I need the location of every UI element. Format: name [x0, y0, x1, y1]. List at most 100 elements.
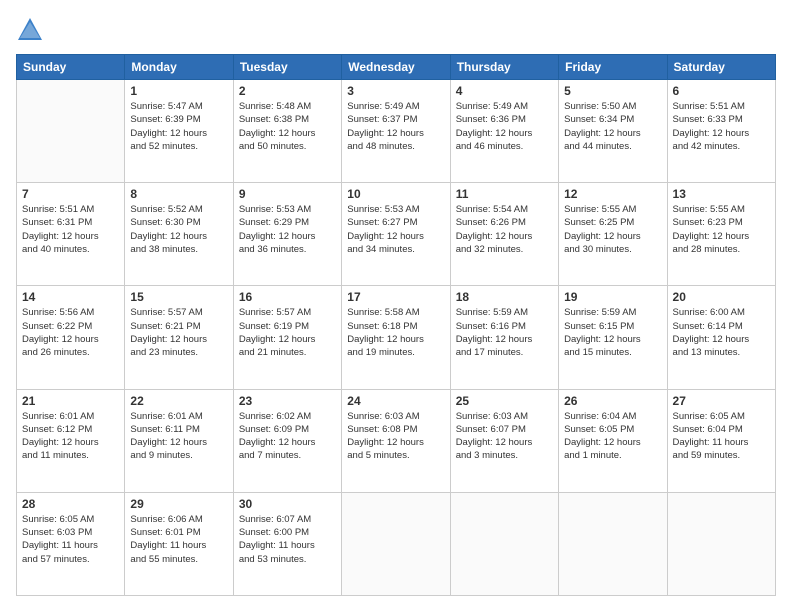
day-cell: 23Sunrise: 6:02 AMSunset: 6:09 PMDayligh…: [233, 389, 341, 492]
day-number: 6: [673, 84, 770, 98]
info-line: Daylight: 12 hours: [22, 436, 119, 449]
day-cell: 16Sunrise: 5:57 AMSunset: 6:19 PMDayligh…: [233, 286, 341, 389]
info-line: and 19 minutes.: [347, 346, 444, 359]
info-line: Sunrise: 6:01 AM: [22, 410, 119, 423]
col-header-monday: Monday: [125, 55, 233, 80]
day-cell: 22Sunrise: 6:01 AMSunset: 6:11 PMDayligh…: [125, 389, 233, 492]
cell-info: Sunrise: 5:48 AMSunset: 6:38 PMDaylight:…: [239, 100, 336, 153]
day-number: 8: [130, 187, 227, 201]
info-line: and 42 minutes.: [673, 140, 770, 153]
info-line: Sunrise: 5:55 AM: [564, 203, 661, 216]
info-line: Sunset: 6:16 PM: [456, 320, 553, 333]
info-line: Sunset: 6:03 PM: [22, 526, 119, 539]
day-number: 5: [564, 84, 661, 98]
col-header-saturday: Saturday: [667, 55, 775, 80]
day-cell: 26 Sunrise: 6:04 AMSunset: 6:05 PMDayligh…: [559, 389, 667, 492]
info-line: Sunset: 6:23 PM: [673, 216, 770, 229]
day-cell: [342, 492, 450, 595]
cell-info: Sunrise: 6:06 AMSunset: 6:01 PMDaylight:…: [130, 513, 227, 566]
info-line: Sunset: 6:31 PM: [22, 216, 119, 229]
info-line: Daylight: 12 hours: [239, 127, 336, 140]
cell-info: Sunrise: 5:57 AMSunset: 6:19 PMDaylight:…: [239, 306, 336, 359]
week-row-1: 1 Sunrise: 5:47 AMSunset: 6:39 PMDaylight…: [17, 80, 776, 183]
day-cell: [450, 492, 558, 595]
info-line: and 30 minutes.: [564, 243, 661, 256]
info-line: Daylight: 12 hours: [239, 333, 336, 346]
day-number: 28: [22, 497, 119, 511]
day-number: 7: [22, 187, 119, 201]
info-line: Daylight: 12 hours: [564, 333, 661, 346]
info-line: Daylight: 12 hours: [564, 127, 661, 140]
info-line: Sunset: 6:36 PM: [456, 113, 553, 126]
cell-info: Sunrise: 6:04 AMSunset: 6:05 PMDaylight:…: [564, 410, 661, 463]
info-line: Sunrise: 5:47 AM: [130, 100, 227, 113]
day-number: 20: [673, 290, 770, 304]
info-line: Sunset: 6:09 PM: [239, 423, 336, 436]
day-number: 4: [456, 84, 553, 98]
day-cell: [559, 492, 667, 595]
info-line: Sunrise: 5:55 AM: [673, 203, 770, 216]
day-number: 26: [564, 394, 661, 408]
info-line: Sunset: 6:26 PM: [456, 216, 553, 229]
cell-info: Sunrise: 6:03 AMSunset: 6:07 PMDaylight:…: [456, 410, 553, 463]
cell-info: Sunrise: 5:55 AMSunset: 6:23 PMDaylight:…: [673, 203, 770, 256]
day-cell: 21Sunrise: 6:01 AMSunset: 6:12 PMDayligh…: [17, 389, 125, 492]
cell-info: Sunrise: 5:53 AMSunset: 6:27 PMDaylight:…: [347, 203, 444, 256]
day-cell: 18Sunrise: 5:59 AMSunset: 6:16 PMDayligh…: [450, 286, 558, 389]
day-cell: 15Sunrise: 5:57 AMSunset: 6:21 PMDayligh…: [125, 286, 233, 389]
day-number: 23: [239, 394, 336, 408]
info-line: Sunset: 6:18 PM: [347, 320, 444, 333]
info-line: Sunrise: 6:03 AM: [456, 410, 553, 423]
info-line: and 53 minutes.: [239, 553, 336, 566]
day-cell: 9Sunrise: 5:53 AMSunset: 6:29 PMDaylight…: [233, 183, 341, 286]
day-cell: [667, 492, 775, 595]
day-cell: [17, 80, 125, 183]
day-number: 10: [347, 187, 444, 201]
cell-info: Sunrise: 6:05 AMSunset: 6:03 PMDaylight:…: [22, 513, 119, 566]
day-number: 13: [673, 187, 770, 201]
info-line: Daylight: 12 hours: [347, 436, 444, 449]
info-line: Daylight: 12 hours: [673, 127, 770, 140]
col-header-friday: Friday: [559, 55, 667, 80]
info-line: and 13 minutes.: [673, 346, 770, 359]
info-line: and 7 minutes.: [239, 449, 336, 462]
info-line: Daylight: 12 hours: [564, 230, 661, 243]
info-line: Sunrise: 6:05 AM: [673, 410, 770, 423]
day-number: 30: [239, 497, 336, 511]
info-line: Daylight: 12 hours: [564, 436, 661, 449]
info-line: and 17 minutes.: [456, 346, 553, 359]
day-cell: 13 Sunrise: 5:55 AMSunset: 6:23 PMDayligh…: [667, 183, 775, 286]
info-line: Daylight: 12 hours: [130, 127, 227, 140]
info-line: Sunset: 6:05 PM: [564, 423, 661, 436]
info-line: and 28 minutes.: [673, 243, 770, 256]
day-cell: 25Sunrise: 6:03 AMSunset: 6:07 PMDayligh…: [450, 389, 558, 492]
cell-info: Sunrise: 6:03 AMSunset: 6:08 PMDaylight:…: [347, 410, 444, 463]
info-line: Sunset: 6:11 PM: [130, 423, 227, 436]
info-line: Daylight: 11 hours: [130, 539, 227, 552]
day-cell: 10 Sunrise: 5:53 AMSunset: 6:27 PMDayligh…: [342, 183, 450, 286]
cell-info: Sunrise: 5:58 AMSunset: 6:18 PMDaylight:…: [347, 306, 444, 359]
info-line: and 21 minutes.: [239, 346, 336, 359]
day-cell: 3Sunrise: 5:49 AMSunset: 6:37 PMDaylight…: [342, 80, 450, 183]
day-number: 22: [130, 394, 227, 408]
cell-info: Sunrise: 5:57 AMSunset: 6:21 PMDaylight:…: [130, 306, 227, 359]
cell-info: Sunrise: 5:49 AMSunset: 6:37 PMDaylight:…: [347, 100, 444, 153]
info-line: Sunrise: 5:56 AM: [22, 306, 119, 319]
cell-info: Sunrise: 5:51 AMSunset: 6:31 PMDaylight:…: [22, 203, 119, 256]
day-cell: 20Sunrise: 6:00 AMSunset: 6:14 PMDayligh…: [667, 286, 775, 389]
info-line: Sunset: 6:33 PM: [673, 113, 770, 126]
info-line: and 40 minutes.: [22, 243, 119, 256]
info-line: Sunrise: 5:50 AM: [564, 100, 661, 113]
cell-info: Sunrise: 5:47 AMSunset: 6:39 PMDaylight:…: [130, 100, 227, 153]
info-line: and 57 minutes.: [22, 553, 119, 566]
info-line: and 3 minutes.: [456, 449, 553, 462]
info-line: Sunrise: 5:51 AM: [673, 100, 770, 113]
cell-info: Sunrise: 6:05 AMSunset: 6:04 PMDaylight:…: [673, 410, 770, 463]
info-line: Sunrise: 5:53 AM: [239, 203, 336, 216]
calendar-table: SundayMondayTuesdayWednesdayThursdayFrid…: [16, 54, 776, 596]
info-line: Sunset: 6:34 PM: [564, 113, 661, 126]
info-line: Sunrise: 5:59 AM: [456, 306, 553, 319]
info-line: and 15 minutes.: [564, 346, 661, 359]
info-line: Daylight: 11 hours: [673, 436, 770, 449]
day-number: 1: [130, 84, 227, 98]
